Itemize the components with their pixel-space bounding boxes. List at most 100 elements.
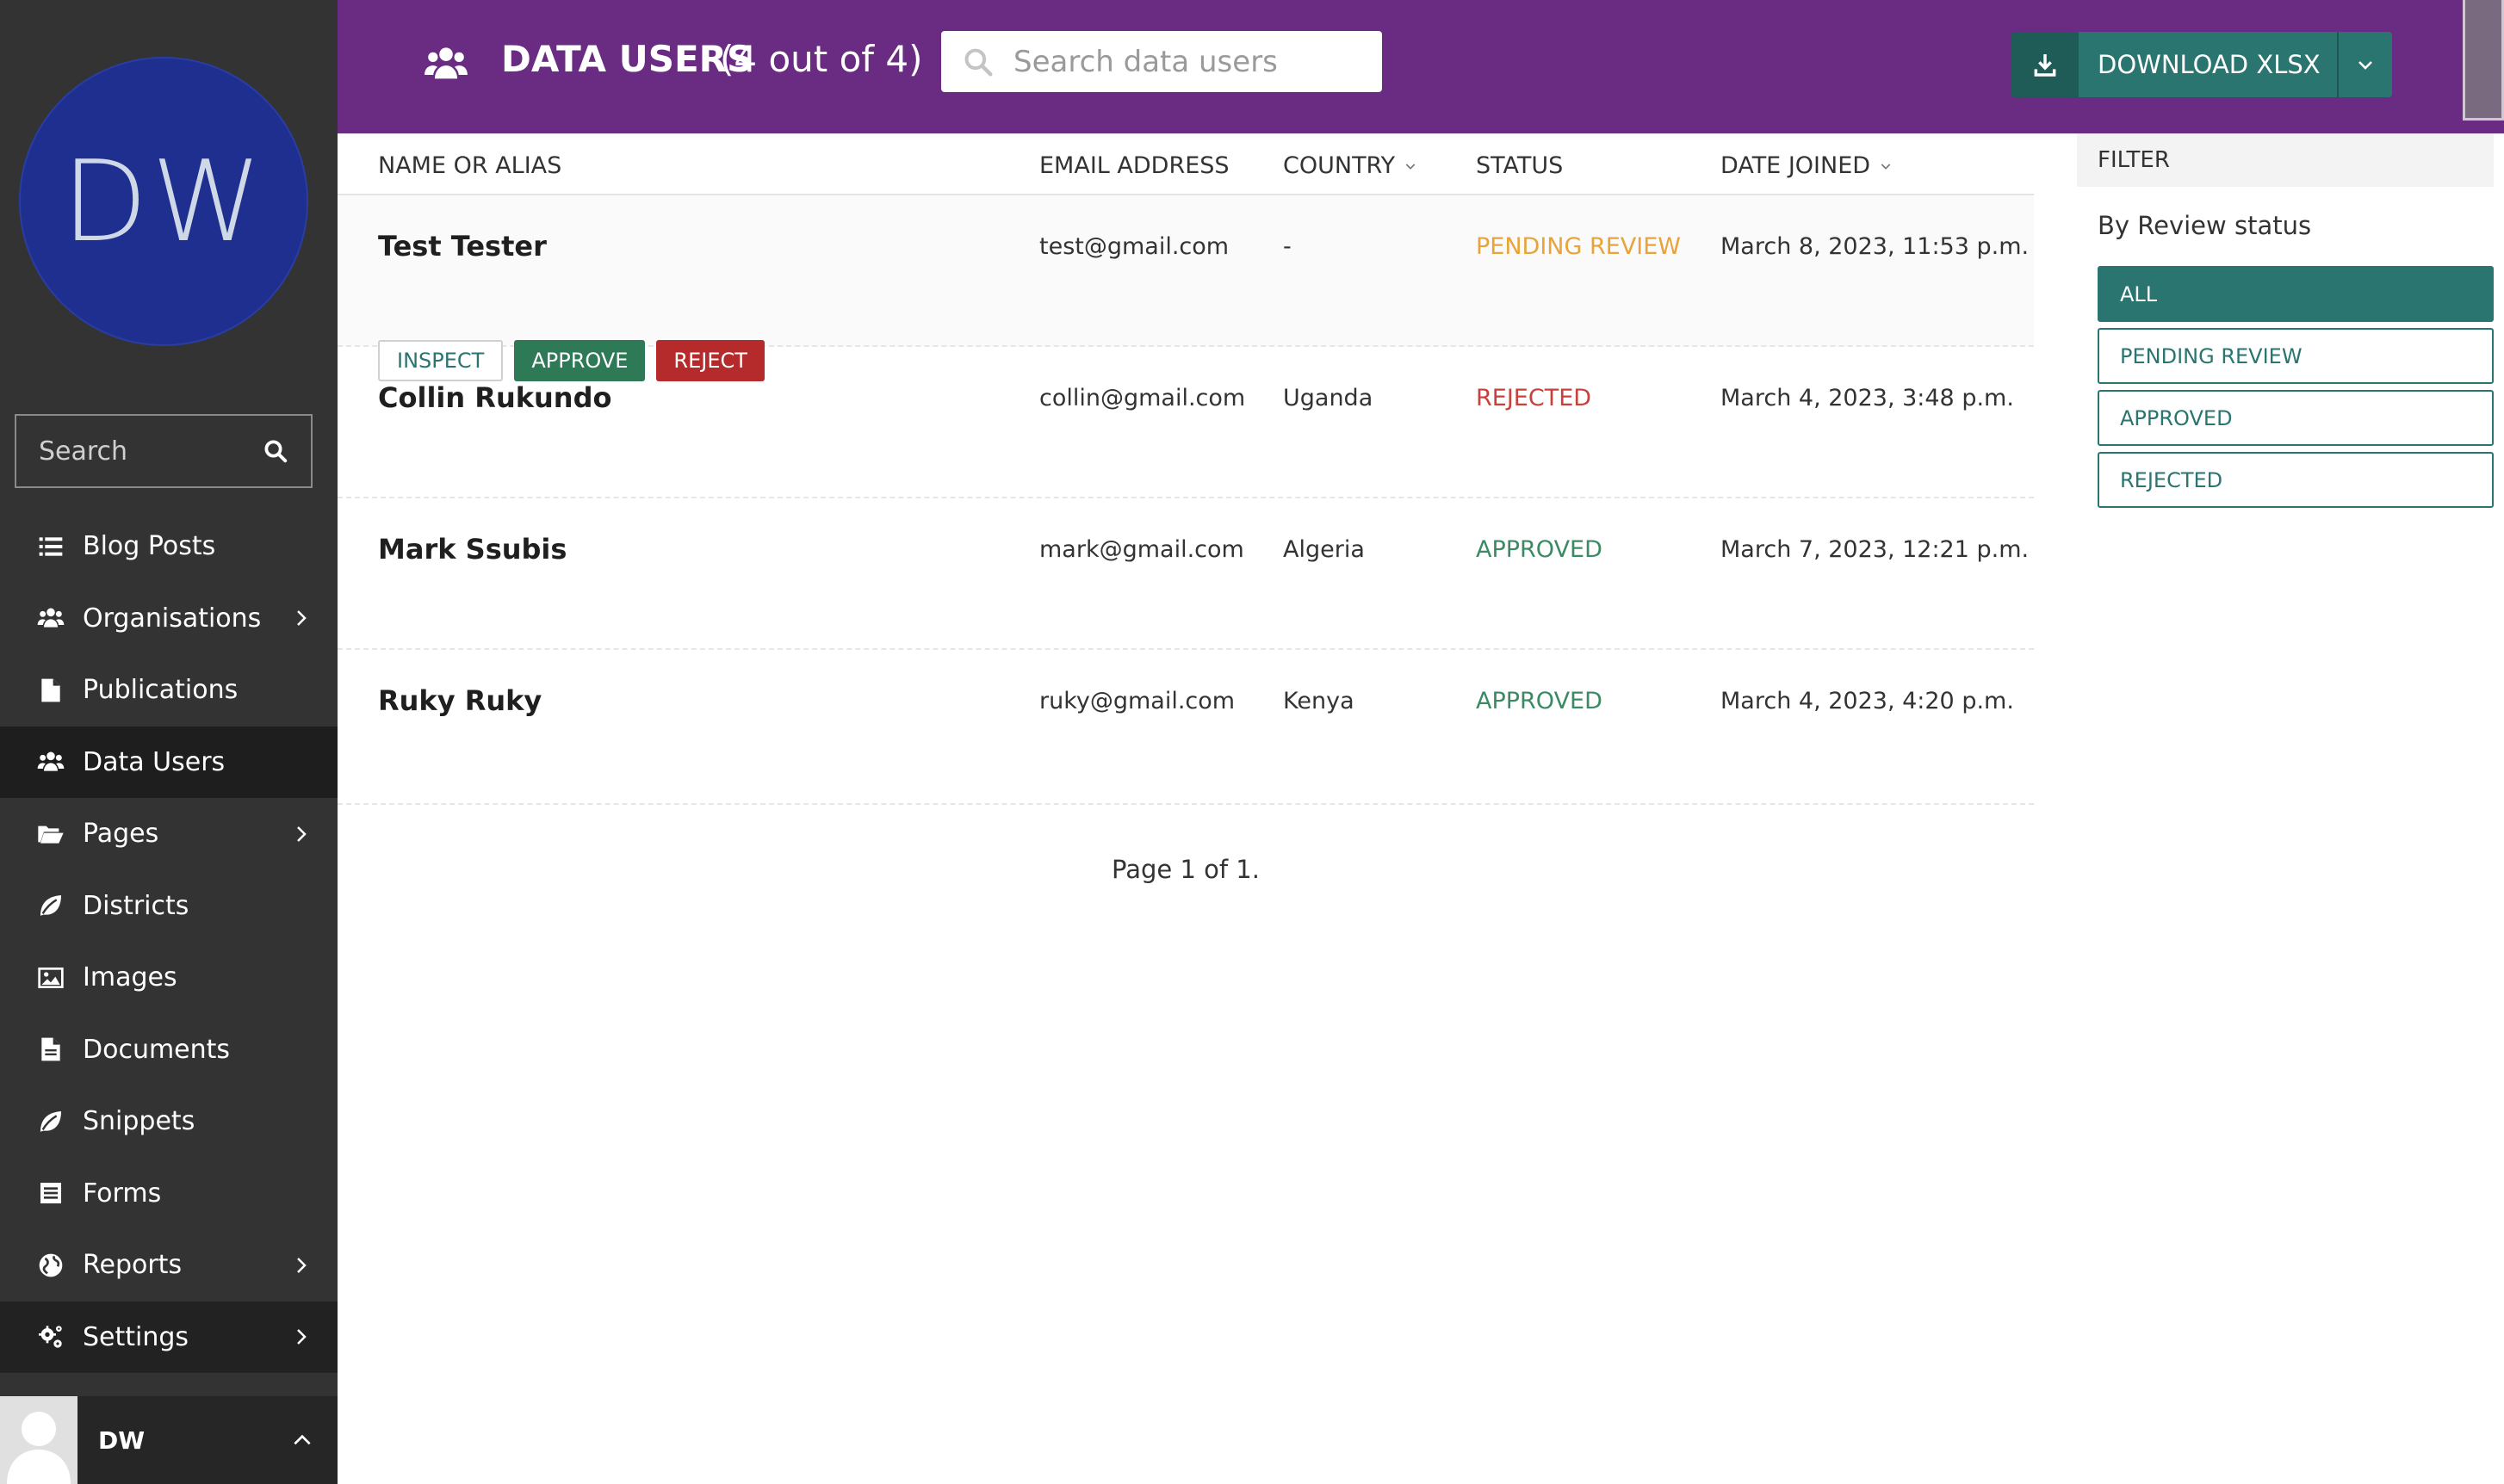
filter-option-pending-review[interactable]: PENDING REVIEW [2098,328,2494,384]
table-header: NAME OR ALIAS EMAIL ADDRESS COUNTRY STAT… [338,133,2034,195]
group-icon [36,603,65,633]
user-email: test@gmail.com [1039,233,1230,260]
filter-option-rejected[interactable]: REJECTED [2098,452,2494,508]
user-email: mark@gmail.com [1039,536,1244,563]
sidebar: DW Search Blog Posts Organisations Publi… [0,0,338,1484]
search-icon[interactable] [263,438,288,464]
form-icon [36,1178,65,1208]
sidebar-item-label: Pages [83,819,159,850]
chevron-right-icon [291,824,312,844]
download-dropdown-toggle[interactable] [2337,32,2392,97]
user-country: - [1283,233,1292,260]
chevron-up-icon[interactable] [291,1429,313,1451]
chevron-right-icon [291,608,312,628]
leaf-icon [36,891,65,920]
sidebar-item-organisations[interactable]: Organisations [0,583,338,655]
chevron-down-icon [1881,163,1891,170]
date-joined: March 7, 2023, 12:21 p.m. [1720,536,2030,563]
filter-options: ALL PENDING REVIEW APPROVED REJECTED [2077,266,2494,508]
user-country: Uganda [1283,385,1373,411]
user-name[interactable]: Collin Rukundo [378,381,611,414]
sidebar-item-label: Snippets [83,1106,195,1137]
table-row[interactable]: Test Tester test@gmail.com - PENDING REV… [338,195,2034,381]
search-icon [964,48,993,76]
sidebar-item-data-users[interactable]: Data Users [0,726,338,798]
column-header-country[interactable]: COUNTRY [1283,152,1417,179]
download-xlsx-button[interactable]: DOWNLOAD XLSX [2079,32,2337,97]
sidebar-item-label: Forms [83,1178,162,1209]
user-email: collin@gmail.com [1039,385,1246,411]
sidebar-item-label: Reports [83,1250,183,1281]
logo[interactable]: DW [19,57,308,346]
user-country: Algeria [1283,536,1365,563]
filter-option-approved[interactable]: APPROVED [2098,390,2494,446]
filter-subtitle: By Review status [2098,211,2312,240]
sidebar-item-label: Districts [83,890,189,921]
date-joined: March 4, 2023, 3:48 p.m. [1720,385,2014,411]
image-icon [36,963,65,992]
filter-panel: FILTER By Review status ALL PENDING REVI… [2077,133,2494,514]
sidebar-item-pages[interactable]: Pages [0,798,338,870]
table-row[interactable]: Ruky Ruky ruky@gmail.com Kenya APPROVED … [338,650,2034,805]
table-row[interactable]: Collin Rukundo collin@gmail.com Uganda R… [338,347,2034,498]
sidebar-item-blog-posts[interactable]: Blog Posts [0,510,338,583]
sidebar-item-label: Data Users [83,746,226,777]
sidebar-item-documents[interactable]: Documents [0,1014,338,1086]
table-row[interactable]: Mark Ssubis mark@gmail.com Algeria APPRO… [338,498,2034,650]
download-label: DOWNLOAD XLSX [2098,50,2321,79]
sidebar-search[interactable]: Search [15,414,313,488]
folder-open-icon [36,819,65,849]
sidebar-item-label: Organisations [83,603,262,634]
sidebar-item-label: Images [83,962,177,993]
result-count: (4 out of 4) [720,38,923,80]
page-header: DATA USERS (4 out of 4) DOWNLOAD XLSX [338,0,2504,133]
column-header-status: STATUS [1476,152,1564,179]
sidebar-item-publications[interactable]: Publications [0,654,338,727]
download-icon[interactable] [2011,32,2079,97]
sidebar-item-images[interactable]: Images [0,942,338,1014]
sidebar-item-label: Publications [83,675,239,706]
sidebar-item-reports[interactable]: Reports [0,1229,338,1302]
doc-full-icon [36,1035,65,1064]
data-users-table: NAME OR ALIAS EMAIL ADDRESS COUNTRY STAT… [338,133,2034,805]
sidebar-item-districts[interactable]: Districts [0,870,338,943]
user-name[interactable]: Test Tester [378,230,547,263]
account-menu[interactable]: DW [0,1396,338,1484]
search-box[interactable] [941,31,1382,92]
date-joined: March 4, 2023, 4:20 p.m. [1720,688,2014,714]
download-button-group: DOWNLOAD XLSX [2011,32,2392,97]
sidebar-item-settings[interactable]: Settings [0,1301,338,1373]
status-badge: REJECTED [1476,385,1592,411]
sidebar-menu: Blog Posts Organisations Publications Da… [0,510,338,1373]
avatar [0,1396,77,1484]
status-badge: APPROVED [1476,688,1602,714]
chevron-right-icon [291,1255,312,1276]
chevron-down-icon [2358,61,2372,70]
group-icon [36,747,65,776]
status-badge: APPROVED [1476,536,1602,563]
date-joined: March 8, 2023, 11:53 p.m. [1720,233,2030,260]
filter-option-all[interactable]: ALL [2098,266,2494,322]
column-header-date-joined[interactable]: DATE JOINED [1720,152,1893,179]
filter-title: FILTER [2077,133,2494,187]
list-icon [36,532,65,561]
sidebar-item-label: Documents [83,1034,231,1065]
user-name[interactable]: Ruky Ruky [378,684,542,717]
leaf-icon [36,1107,65,1136]
page-title: DATA USERS [501,38,753,80]
status-badge: PENDING REVIEW [1476,233,1682,260]
user-name[interactable]: Mark Ssubis [378,533,567,566]
user-country: Kenya [1283,688,1354,714]
corner-badge [2463,0,2504,121]
sidebar-item-snippets[interactable]: Snippets [0,1085,338,1158]
cogs-icon [36,1322,65,1351]
sidebar-item-forms[interactable]: Forms [0,1158,338,1230]
logo-text: DW [61,136,266,267]
doc-icon [36,676,65,705]
search-input[interactable] [1013,44,1375,79]
column-header-email: EMAIL ADDRESS [1039,152,1230,179]
chevron-down-icon [1405,163,1416,170]
account-name: DW [98,1425,146,1455]
user-email: ruky@gmail.com [1039,688,1236,714]
sidebar-item-label: Settings [83,1321,189,1352]
